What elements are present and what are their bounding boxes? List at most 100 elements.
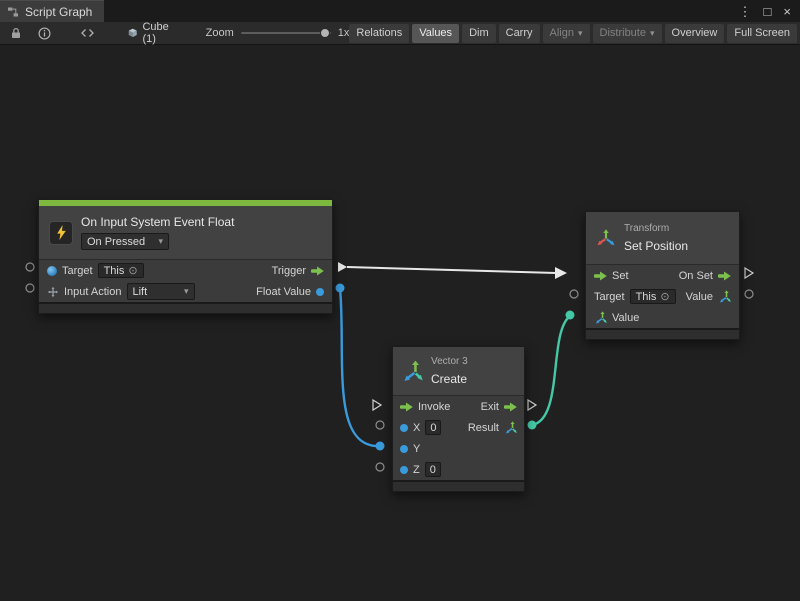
node-on-input-system-event-float[interactable]: On Input System Event Float On Pressed ▾… [38,199,333,314]
event-mode-dropdown[interactable]: On Pressed ▾ [81,233,169,250]
x-label: X [413,422,420,434]
input-action-dropdown[interactable]: Lift ▾ [127,283,195,300]
dim-button[interactable]: Dim [462,24,496,43]
wire-result-to-value[interactable] [532,316,570,425]
x-value-field[interactable]: 0 [425,420,441,435]
vector-port-icon [718,290,731,303]
z-value-field[interactable]: 0 [425,462,441,477]
port-z-in[interactable] [376,463,384,471]
node-vector3-create[interactable]: Vector 3 Create Invoke Exit [392,346,525,492]
port-floatvalue-out[interactable] [336,284,345,293]
float-value-label: Float Value [256,286,311,298]
target-object-field[interactable]: This ⊙ [98,263,144,278]
row-set: Set On Set [586,265,739,286]
invoke-label: Invoke [418,401,450,413]
node-footer[interactable] [393,480,524,491]
titlebar: Script Graph ⋮ □ × [0,0,800,22]
titlebar-spacer [104,0,738,22]
zoom-value: 1x [338,27,350,39]
chevron-down-icon: ▾ [578,28,583,39]
row-transform-target: Target This ⊙ Value [586,286,739,307]
row-x: X 0 Result [393,417,524,438]
node-transform-set-position[interactable]: Transform Set Position Set On Set [585,211,740,340]
input-action-icon [47,286,59,298]
target-object-name: Cube (1) [142,21,173,45]
flow-arrow-icon [311,266,324,276]
tab-script-graph[interactable]: Script Graph [0,0,104,22]
exit-label: Exit [481,401,499,413]
target-label: Target [62,265,93,277]
wire-floatvalue-to-y[interactable] [340,288,378,446]
node-footer[interactable] [39,302,332,313]
port-transform-value-in[interactable] [566,311,575,320]
zoom-label: Zoom [206,27,234,39]
overview-button[interactable]: Overview [665,24,725,43]
port-event-inputaction-in[interactable] [26,284,34,292]
values-button[interactable]: Values [412,24,459,43]
menu-icon[interactable]: ⋮ [739,5,752,18]
node-title: On Input System Event Float [81,215,234,229]
port-invoke-in[interactable] [373,400,381,410]
maximize-icon[interactable]: □ [764,5,772,18]
result-label: Result [468,422,499,434]
flow-arrow-icon [400,402,413,412]
target-object-field[interactable]: This ⊙ [630,289,676,304]
lock-button[interactable] [6,23,26,43]
on-set-label: On Set [679,270,713,282]
lightning-icon [56,225,67,240]
lock-icon [10,27,22,39]
relations-button[interactable]: Relations [349,24,409,43]
value-out-label: Value [686,291,713,303]
distribute-button[interactable]: Distribute ▾ [593,24,662,43]
wire-trigger-to-set[interactable] [347,267,556,273]
close-icon[interactable]: × [783,5,791,18]
port-event-target-in[interactable] [26,263,34,271]
object-picker-icon: ⊙ [660,290,669,303]
flow-arrow-icon [718,271,731,281]
toolbar-buttons: Relations Values Dim Carry Align ▾ Distr… [349,24,798,43]
vector3-icon [401,360,423,382]
node-title: Create [431,372,468,386]
align-button[interactable]: Align ▾ [543,24,590,43]
vector-port-icon [504,421,517,434]
graph-target-chip[interactable]: Cube (1) [128,21,174,45]
float-port-icon [400,466,408,474]
port-exit-out[interactable] [528,400,536,410]
port-trigger-out[interactable] [338,262,347,272]
chevron-down-icon: ▾ [650,28,655,39]
flow-arrow-icon [504,402,517,412]
graph-canvas[interactable]: On Input System Event Float On Pressed ▾… [0,45,800,601]
value-in-label: Value [612,312,639,324]
float-port-icon [316,288,324,296]
port-onset-out[interactable] [745,268,753,278]
gameobject-icon [47,266,57,276]
port-result-out[interactable] [528,421,537,430]
fullscreen-button[interactable]: Full Screen [727,24,797,43]
port-transform-value-out[interactable] [745,290,753,298]
vector-port-icon [594,311,607,324]
port-y-in[interactable] [376,442,385,451]
script-graph-icon [7,6,19,18]
port-set-in[interactable] [555,267,567,279]
float-port-icon [400,445,408,453]
info-icon [38,27,51,40]
z-label: Z [413,464,420,476]
zoom-slider-knob[interactable] [320,28,330,38]
set-label: Set [612,270,629,282]
zoom-slider[interactable] [241,32,331,34]
info-button[interactable] [34,23,55,43]
node-footer[interactable] [586,328,739,339]
row-transform-value: Value [586,307,739,328]
y-label: Y [413,443,420,455]
object-picker-icon: ⊙ [128,264,137,277]
carry-button[interactable]: Carry [499,24,540,43]
row-target: Target This ⊙ Trigger [39,260,332,281]
chevron-down-icon: ▾ [158,236,163,247]
row-y: Y [393,438,524,459]
flow-arrow-icon [594,271,607,281]
port-x-in[interactable] [376,421,384,429]
row-z: Z 0 [393,459,524,480]
trigger-label: Trigger [272,265,306,277]
port-transform-target-in[interactable] [570,290,578,298]
graph-inspector-button[interactable] [77,23,98,43]
